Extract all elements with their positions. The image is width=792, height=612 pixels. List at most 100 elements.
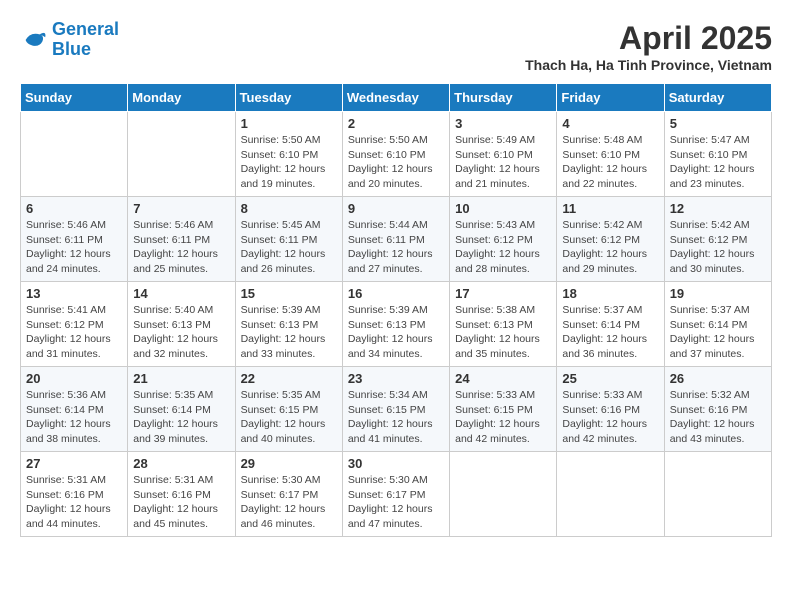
logo: GeneralBlue bbox=[20, 20, 119, 60]
calendar-cell: 9 Sunrise: 5:44 AM Sunset: 6:11 PM Daylig… bbox=[342, 197, 449, 282]
day-number: 4 bbox=[562, 116, 658, 131]
calendar-cell: 24 Sunrise: 5:33 AM Sunset: 6:15 PM Dayli… bbox=[450, 367, 557, 452]
day-info: Sunrise: 5:45 AM Sunset: 6:11 PM Dayligh… bbox=[241, 218, 337, 277]
calendar-cell: 1 Sunrise: 5:50 AM Sunset: 6:10 PM Daylig… bbox=[235, 112, 342, 197]
day-number: 27 bbox=[26, 456, 122, 471]
day-number: 7 bbox=[133, 201, 229, 216]
calendar-cell: 21Sunrise: 5:35 AM Sunset: 6:14 PM Dayli… bbox=[128, 367, 235, 452]
day-number: 10 bbox=[455, 201, 551, 216]
calendar-cell: 6Sunrise: 5:46 AM Sunset: 6:11 PM Daylig… bbox=[21, 197, 128, 282]
day-number: 28 bbox=[133, 456, 229, 471]
calendar-cell: 28 Sunrise: 5:31 AM Sunset: 6:16 PM Dayli… bbox=[128, 452, 235, 537]
day-info: Sunrise: 5:39 AM Sunset: 6:13 PM Dayligh… bbox=[348, 303, 444, 362]
day-info: Sunrise: 5:30 AM Sunset: 6:17 PM Dayligh… bbox=[348, 473, 444, 532]
day-info: Sunrise: 5:44 AM Sunset: 6:11 PM Dayligh… bbox=[348, 218, 444, 277]
day-info: Sunrise: 5:46 AM Sunset: 6:11 PM Dayligh… bbox=[26, 218, 122, 277]
day-number: 19 bbox=[670, 286, 766, 301]
calendar-header-row: SundayMondayTuesdayWednesdayThursdayFrid… bbox=[21, 84, 772, 112]
day-info: Sunrise: 5:30 AM Sunset: 6:17 PM Dayligh… bbox=[241, 473, 337, 532]
day-info: Sunrise: 5:50 AM Sunset: 6:10 PM Dayligh… bbox=[241, 133, 337, 192]
day-info: Sunrise: 5:40 AM Sunset: 6:13 PM Dayligh… bbox=[133, 303, 229, 362]
month-title: April 2025 bbox=[525, 20, 772, 57]
day-info: Sunrise: 5:31 AM Sunset: 6:16 PM Dayligh… bbox=[133, 473, 229, 532]
calendar-cell: 14 Sunrise: 5:40 AM Sunset: 6:13 PM Dayli… bbox=[128, 282, 235, 367]
header-monday: Monday bbox=[128, 84, 235, 112]
day-number: 16 bbox=[348, 286, 444, 301]
calendar-cell: 18Sunrise: 5:37 AM Sunset: 6:14 PM Dayli… bbox=[557, 282, 664, 367]
calendar-cell bbox=[21, 112, 128, 197]
day-number: 15 bbox=[241, 286, 337, 301]
day-info: Sunrise: 5:42 AM Sunset: 6:12 PM Dayligh… bbox=[562, 218, 658, 277]
day-info: Sunrise: 5:49 AM Sunset: 6:10 PM Dayligh… bbox=[455, 133, 551, 192]
calendar-week-row: 6Sunrise: 5:46 AM Sunset: 6:11 PM Daylig… bbox=[21, 197, 772, 282]
day-number: 20 bbox=[26, 371, 122, 386]
day-number: 24 bbox=[455, 371, 551, 386]
calendar-cell bbox=[557, 452, 664, 537]
calendar-cell: 15 Sunrise: 5:39 AM Sunset: 6:13 PM Dayli… bbox=[235, 282, 342, 367]
day-info: Sunrise: 5:33 AM Sunset: 6:15 PM Dayligh… bbox=[455, 388, 551, 447]
calendar-cell: 3 Sunrise: 5:49 AM Sunset: 6:10 PM Daylig… bbox=[450, 112, 557, 197]
day-number: 1 bbox=[241, 116, 337, 131]
day-info: Sunrise: 5:39 AM Sunset: 6:13 PM Dayligh… bbox=[241, 303, 337, 362]
day-info: Sunrise: 5:50 AM Sunset: 6:10 PM Dayligh… bbox=[348, 133, 444, 192]
calendar-week-row: 13 Sunrise: 5:41 AM Sunset: 6:12 PM Dayli… bbox=[21, 282, 772, 367]
day-number: 11 bbox=[562, 201, 658, 216]
day-info: Sunrise: 5:36 AM Sunset: 6:14 PM Dayligh… bbox=[26, 388, 122, 447]
day-number: 23 bbox=[348, 371, 444, 386]
calendar-cell: 13 Sunrise: 5:41 AM Sunset: 6:12 PM Dayli… bbox=[21, 282, 128, 367]
location-subtitle: Thach Ha, Ha Tinh Province, Vietnam bbox=[525, 57, 772, 73]
calendar-week-row: 27 Sunrise: 5:31 AM Sunset: 6:16 PM Dayli… bbox=[21, 452, 772, 537]
calendar-cell bbox=[128, 112, 235, 197]
calendar-cell: 7 Sunrise: 5:46 AM Sunset: 6:11 PM Daylig… bbox=[128, 197, 235, 282]
calendar-cell: 22Sunrise: 5:35 AM Sunset: 6:15 PM Dayli… bbox=[235, 367, 342, 452]
calendar-cell: 5 Sunrise: 5:47 AM Sunset: 6:10 PM Daylig… bbox=[664, 112, 771, 197]
day-number: 29 bbox=[241, 456, 337, 471]
day-number: 5 bbox=[670, 116, 766, 131]
day-number: 9 bbox=[348, 201, 444, 216]
calendar-cell: 4 Sunrise: 5:48 AM Sunset: 6:10 PM Daylig… bbox=[557, 112, 664, 197]
day-number: 21 bbox=[133, 371, 229, 386]
header: GeneralBlue April 2025 Thach Ha, Ha Tinh… bbox=[20, 20, 772, 73]
day-number: 18 bbox=[562, 286, 658, 301]
calendar-cell: 30 Sunrise: 5:30 AM Sunset: 6:17 PM Dayli… bbox=[342, 452, 449, 537]
day-number: 17 bbox=[455, 286, 551, 301]
calendar-cell: 12Sunrise: 5:42 AM Sunset: 6:12 PM Dayli… bbox=[664, 197, 771, 282]
calendar-table: SundayMondayTuesdayWednesdayThursdayFrid… bbox=[20, 83, 772, 537]
day-info: Sunrise: 5:47 AM Sunset: 6:10 PM Dayligh… bbox=[670, 133, 766, 192]
calendar-cell: 2 Sunrise: 5:50 AM Sunset: 6:10 PM Daylig… bbox=[342, 112, 449, 197]
calendar-cell bbox=[664, 452, 771, 537]
day-info: Sunrise: 5:41 AM Sunset: 6:12 PM Dayligh… bbox=[26, 303, 122, 362]
calendar-week-row: 1 Sunrise: 5:50 AM Sunset: 6:10 PM Daylig… bbox=[21, 112, 772, 197]
day-info: Sunrise: 5:37 AM Sunset: 6:14 PM Dayligh… bbox=[670, 303, 766, 362]
day-number: 13 bbox=[26, 286, 122, 301]
calendar-cell: 10 Sunrise: 5:43 AM Sunset: 6:12 PM Dayli… bbox=[450, 197, 557, 282]
day-number: 14 bbox=[133, 286, 229, 301]
day-info: Sunrise: 5:35 AM Sunset: 6:15 PM Dayligh… bbox=[241, 388, 337, 447]
calendar-cell: 17 Sunrise: 5:38 AM Sunset: 6:13 PM Dayli… bbox=[450, 282, 557, 367]
day-info: Sunrise: 5:34 AM Sunset: 6:15 PM Dayligh… bbox=[348, 388, 444, 447]
day-info: Sunrise: 5:48 AM Sunset: 6:10 PM Dayligh… bbox=[562, 133, 658, 192]
calendar-cell: 20 Sunrise: 5:36 AM Sunset: 6:14 PM Dayli… bbox=[21, 367, 128, 452]
day-number: 3 bbox=[455, 116, 551, 131]
title-area: April 2025 Thach Ha, Ha Tinh Province, V… bbox=[525, 20, 772, 73]
calendar-cell: 16 Sunrise: 5:39 AM Sunset: 6:13 PM Dayli… bbox=[342, 282, 449, 367]
header-sunday: Sunday bbox=[21, 84, 128, 112]
calendar-cell: 25Sunrise: 5:33 AM Sunset: 6:16 PM Dayli… bbox=[557, 367, 664, 452]
logo-icon bbox=[20, 26, 48, 54]
day-info: Sunrise: 5:43 AM Sunset: 6:12 PM Dayligh… bbox=[455, 218, 551, 277]
calendar-week-row: 20 Sunrise: 5:36 AM Sunset: 6:14 PM Dayli… bbox=[21, 367, 772, 452]
day-info: Sunrise: 5:38 AM Sunset: 6:13 PM Dayligh… bbox=[455, 303, 551, 362]
day-info: Sunrise: 5:46 AM Sunset: 6:11 PM Dayligh… bbox=[133, 218, 229, 277]
day-number: 25 bbox=[562, 371, 658, 386]
day-number: 2 bbox=[348, 116, 444, 131]
calendar-cell: 23 Sunrise: 5:34 AM Sunset: 6:15 PM Dayli… bbox=[342, 367, 449, 452]
calendar-cell: 19 Sunrise: 5:37 AM Sunset: 6:14 PM Dayli… bbox=[664, 282, 771, 367]
calendar-cell bbox=[450, 452, 557, 537]
calendar-cell: 27Sunrise: 5:31 AM Sunset: 6:16 PM Dayli… bbox=[21, 452, 128, 537]
calendar-cell: 26Sunrise: 5:32 AM Sunset: 6:16 PM Dayli… bbox=[664, 367, 771, 452]
calendar-cell: 29 Sunrise: 5:30 AM Sunset: 6:17 PM Dayli… bbox=[235, 452, 342, 537]
header-saturday: Saturday bbox=[664, 84, 771, 112]
header-thursday: Thursday bbox=[450, 84, 557, 112]
day-number: 26 bbox=[670, 371, 766, 386]
day-number: 30 bbox=[348, 456, 444, 471]
